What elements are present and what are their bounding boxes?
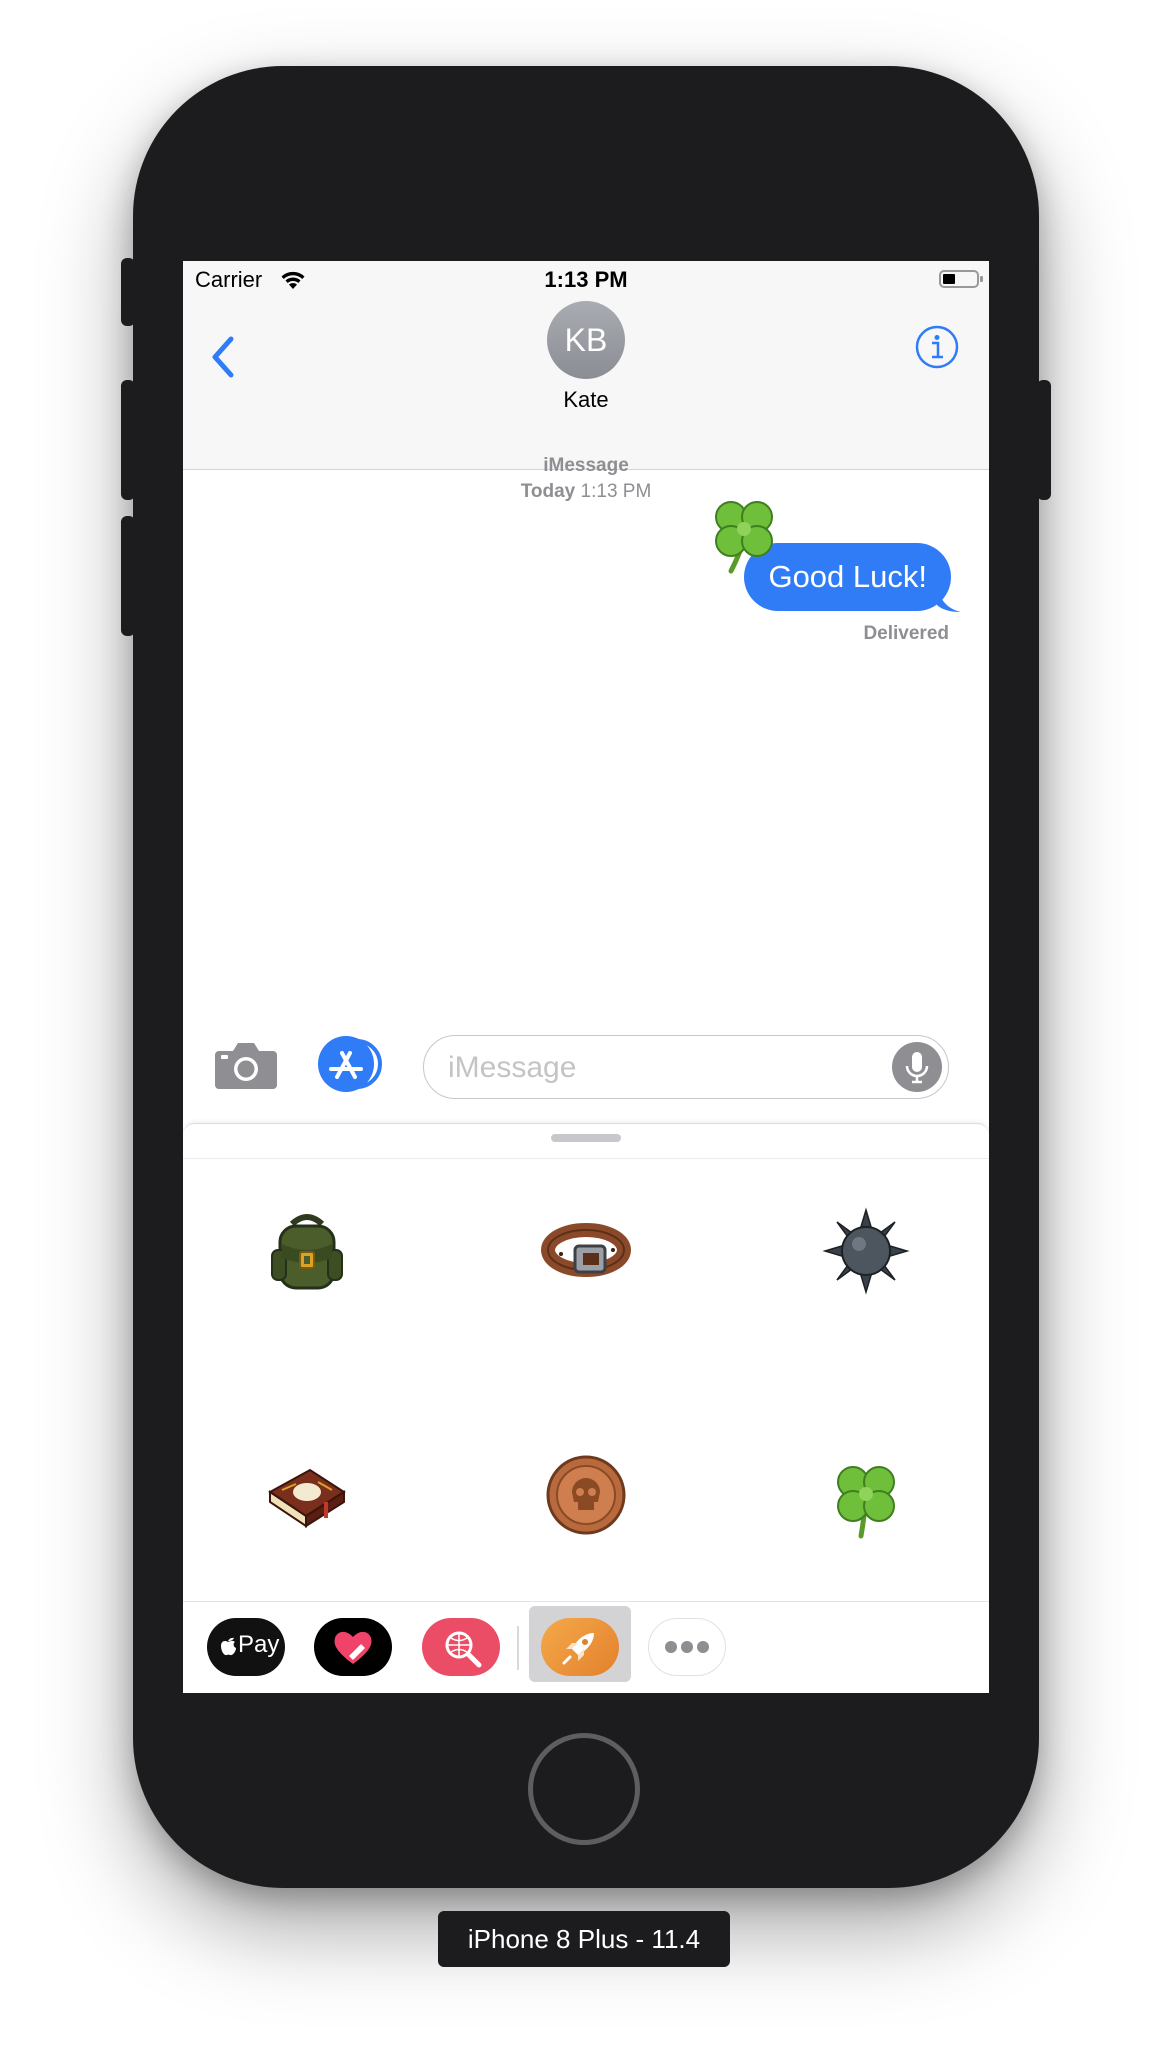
power-button [1037,380,1051,500]
mute-switch [121,258,135,326]
sticker-pack-app[interactable] [541,1618,619,1676]
book-sticker-icon[interactable] [262,1450,352,1540]
microphone-icon [905,1052,929,1084]
heart-icon [334,1631,372,1664]
drawer-handle[interactable] [551,1134,621,1142]
time-label: 1:13 PM [580,481,652,502]
message-input[interactable]: iMessage [423,1035,949,1099]
volume-up-button [121,380,135,500]
rocket-icon [562,1633,594,1665]
battery-icon [939,270,983,288]
back-chevron-icon[interactable] [203,327,247,387]
status-bar: Carrier 1:13 PM [183,261,989,301]
more-apps-button[interactable] [648,1618,726,1676]
app-strip-divider [517,1626,519,1670]
home-button[interactable] [528,1733,640,1845]
dictation-button[interactable] [892,1042,942,1092]
backpack-sticker-icon[interactable] [262,1206,352,1296]
message-text: Good Luck! [768,559,927,594]
clock: 1:13 PM [544,267,628,292]
timestamp: Today 1:13 PM [183,481,989,503]
image-search-app[interactable] [422,1618,500,1676]
spiked-ball-sticker-icon[interactable] [821,1206,911,1296]
screen: Carrier 1:13 PM KB Kate iMessage Today 1… [183,261,989,1693]
clover-sticker-icon[interactable] [701,487,787,577]
message-placeholder: iMessage [448,1051,577,1084]
service-label: iMessage [543,455,629,476]
apple-pay-label: Pay [238,1631,280,1658]
bubble-tail [937,585,961,612]
belt-sticker-icon[interactable] [541,1206,631,1296]
volume-down-button [121,516,135,636]
apple-logo-icon [221,1637,236,1656]
contact-name[interactable]: Kate [183,387,989,413]
date-label: Today [520,481,576,502]
avatar[interactable]: KB [547,301,625,379]
ellipsis-icon [665,1641,709,1653]
clover-sticker-icon[interactable] [821,1450,911,1540]
globe-search-icon [445,1631,482,1668]
app-strip: Pay [183,1601,989,1693]
drawer-divider [183,1158,989,1159]
app-store-icon[interactable] [317,1035,389,1093]
skull-coin-sticker-icon[interactable] [541,1450,631,1540]
apple-pay-app[interactable]: Pay [207,1618,285,1676]
avatar-initials: KB [564,322,608,358]
device-label: iPhone 8 Plus - 11.4 [438,1911,730,1967]
camera-icon[interactable] [213,1039,279,1091]
conversation-header: KB Kate [183,301,989,470]
info-icon[interactable] [915,325,959,369]
delivery-status: Delivered [863,623,949,644]
digital-touch-app[interactable] [314,1618,392,1676]
